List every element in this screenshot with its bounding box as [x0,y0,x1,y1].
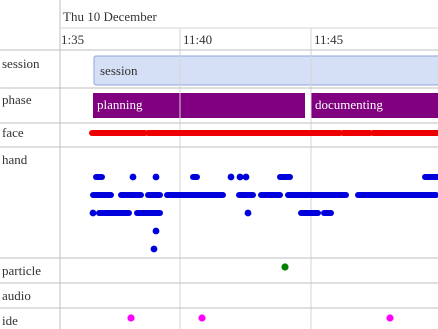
hand-mark [152,173,160,181]
particle-mark [281,263,289,271]
hand-mark [244,209,252,217]
row-label-hand: hand [2,152,28,167]
row-label-phase: phase [2,92,32,107]
hand-track [89,173,438,253]
ide-mark [386,314,394,322]
hand-mark [242,173,250,181]
session-bar-label: session [100,63,138,78]
row-label-session: session [2,56,40,71]
hand-mark [236,173,244,181]
row-label-particle: particle [2,263,41,278]
row-label-face: face [2,125,24,140]
hand-mark [152,227,160,235]
phase-bar-planning-label: planning [97,97,143,112]
row-label-audio: audio [2,288,31,303]
particle-track [281,263,289,271]
hand-mark [129,173,137,181]
date-label: Thu 10 December [63,9,158,24]
session-bar[interactable] [93,55,438,86]
hand-mark [227,173,235,181]
grid-lines [0,0,438,329]
time-label-1145: 11:45 [314,32,343,47]
hand-mark [89,209,97,217]
time-label-1140: 11:40 [183,32,212,47]
phase-bar-documenting-label: documenting [315,97,383,112]
ide-mark [198,314,206,322]
ide-mark [127,314,135,322]
hand-mark [150,245,158,253]
row-label-ide: ide [2,313,18,328]
time-label-1135: 1:35 [61,32,84,47]
timeline-chart: Thu 10 December 1:35 11:40 11:45 session… [0,0,438,329]
ide-track [127,314,394,322]
